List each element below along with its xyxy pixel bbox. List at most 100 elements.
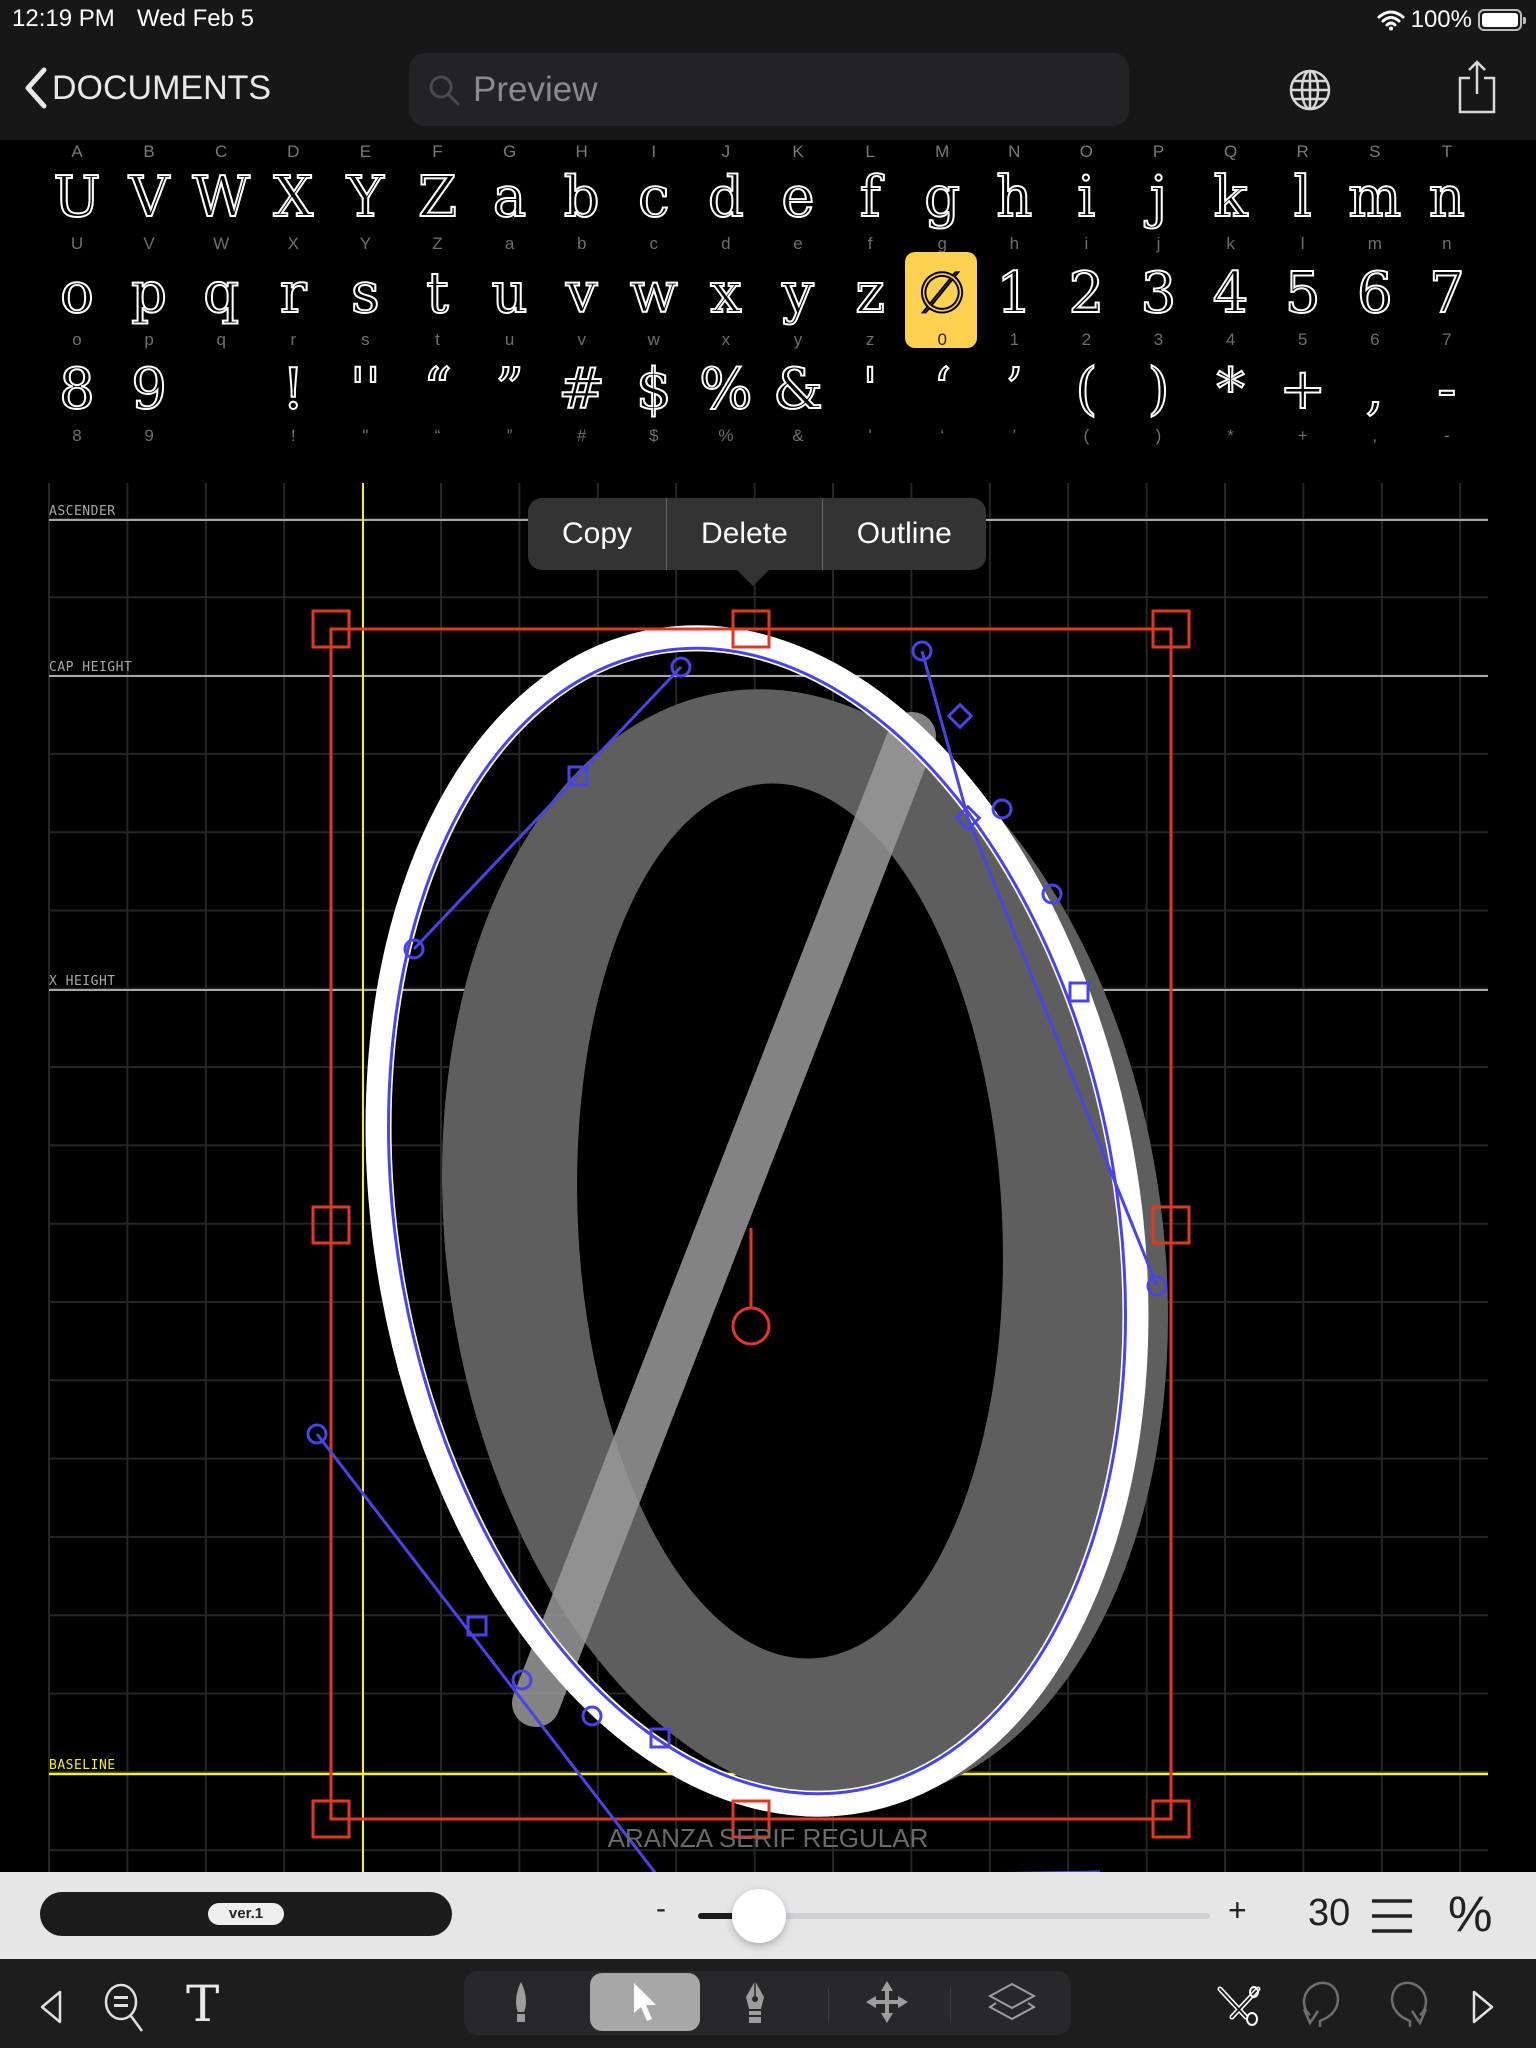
undo-icon[interactable] [1296, 1979, 1346, 2031]
glyph-cell[interactable]: * [1195, 359, 1267, 421]
zoom-fit-icon[interactable] [102, 1983, 148, 2033]
editor-drawing[interactable] [0, 483, 1536, 1872]
text-tool-icon[interactable]: T [186, 1975, 219, 2033]
corner-point[interactable] [946, 702, 974, 730]
glyph-cell[interactable]: 9 [113, 359, 185, 421]
glyph-cell[interactable]: a [474, 167, 546, 229]
glyph-cell[interactable]: o [41, 263, 113, 325]
glyph-cell[interactable]: i [1050, 167, 1122, 229]
glyph-cell[interactable]: 2 [1050, 263, 1122, 325]
back-to-documents-button[interactable]: DOCUMENTS [22, 66, 271, 110]
select-tool-button[interactable] [590, 1973, 700, 2031]
pen-tool-button[interactable] [718, 1973, 792, 2031]
column-label: B [143, 142, 155, 161]
glyph-cell[interactable]: d [690, 167, 762, 229]
glyph-cell[interactable]: l [1267, 167, 1339, 229]
glyph-cell[interactable]: “ [402, 359, 474, 421]
glyph-cell[interactable]: U [41, 167, 113, 229]
glyph-cell[interactable]: ( [1050, 359, 1122, 421]
align-lines-icon[interactable] [1370, 1898, 1414, 1934]
copy-menu-item[interactable]: Copy [528, 498, 666, 570]
outline-menu-item[interactable]: Outline [823, 498, 986, 570]
brush-icon [516, 1982, 526, 2022]
glyph-cell[interactable]: 1 [978, 263, 1050, 325]
glyph-cell[interactable]: y [762, 263, 834, 325]
glyph-cell[interactable]: t [402, 263, 474, 325]
layers-tool-button[interactable] [964, 1973, 1060, 2031]
search-icon [429, 75, 460, 105]
move-tool-button[interactable] [842, 1973, 932, 2031]
glyph-cell[interactable]: % [690, 359, 762, 421]
next-glyph-icon[interactable] [1468, 1989, 1496, 2025]
glyph-cell[interactable]: , [1339, 359, 1411, 421]
glyph-cell[interactable]: b [546, 167, 618, 229]
glyph-cell[interactable]: 6 [1339, 263, 1411, 325]
glyph-cell[interactable]: W [185, 167, 257, 229]
glyph-label: 4 [1225, 330, 1236, 349]
cut-icon[interactable] [1216, 1983, 1262, 2027]
glyph-cell[interactable]: # [546, 359, 618, 421]
glyph-cell-selected[interactable]: ∅ [906, 263, 978, 325]
glyph-cell[interactable]: m [1339, 167, 1411, 229]
brush-tool-button[interactable] [484, 1973, 558, 2031]
glyph-cell[interactable]: r [257, 263, 329, 325]
redo-icon[interactable] [1384, 1979, 1434, 2031]
version-selector[interactable]: ver.1 [40, 1892, 452, 1936]
preview-input[interactable] [473, 69, 1073, 110]
glyph-cell[interactable]: u [474, 263, 546, 325]
percent-button[interactable]: % [1448, 1885, 1492, 1943]
stroke-width-slider[interactable] [698, 1889, 1210, 1943]
control-point[interactable] [991, 798, 1013, 820]
glyph-cell[interactable]: ’ [978, 359, 1050, 421]
glyph-cell[interactable]: p [113, 263, 185, 325]
glyph-cell[interactable]: k [1195, 167, 1267, 229]
glyph-cell[interactable]: $ [618, 359, 690, 421]
glyph-cell[interactable]: ) [1123, 359, 1195, 421]
glyph-cell[interactable]: '' [329, 359, 401, 421]
delete-menu-item[interactable]: Delete [667, 498, 822, 570]
glyph-cell[interactable]: g [906, 167, 978, 229]
glyph-label: ” [506, 426, 513, 445]
glyph-cell[interactable]: - [1411, 359, 1483, 421]
glyph-cell[interactable]: z [834, 263, 906, 325]
glyph-editor-canvas[interactable]: ASCENDER CAP HEIGHT X HEIGHT BASELINE AR… [0, 483, 1536, 1872]
glyph-cell[interactable]: s [329, 263, 401, 325]
glyph-cell[interactable]: ' [834, 359, 906, 421]
slider-decrease-button[interactable]: - [656, 1892, 666, 1926]
glyph-label: 3 [1153, 330, 1164, 349]
glyph-label: “ [434, 426, 441, 445]
glyph-cell[interactable]: h [978, 167, 1050, 229]
glyph-cell[interactable]: ” [474, 359, 546, 421]
glyph-cell[interactable]: 4 [1195, 263, 1267, 325]
glyph-cell[interactable]: ! [257, 359, 329, 421]
previous-glyph-icon[interactable] [38, 1989, 66, 2025]
glyph-cell[interactable]: + [1267, 359, 1339, 421]
glyph-cell[interactable]: w [618, 263, 690, 325]
glyph-cell[interactable]: j [1123, 167, 1195, 229]
slider-thumb[interactable] [732, 1889, 787, 1943]
glyph-cell[interactable]: v [546, 263, 618, 325]
glyph-cell[interactable]: c [618, 167, 690, 229]
glyph-cell[interactable]: X [257, 167, 329, 229]
glyph-label: ’ [1012, 426, 1017, 445]
glyph-cell[interactable]: & [762, 359, 834, 421]
glyph-cell[interactable]: 7 [1411, 263, 1483, 325]
glyph-cell[interactable]: n [1411, 167, 1483, 229]
glyph-cell[interactable]: ‘ [906, 359, 978, 421]
glyph-cell[interactable]: Y [329, 167, 401, 229]
glyph-cell[interactable]: f [834, 167, 906, 229]
globe-icon[interactable] [1288, 68, 1332, 112]
glyph-cell[interactable]: 8 [41, 359, 113, 421]
glyph-cell[interactable]: 3 [1123, 263, 1195, 325]
glyph-cell[interactable]: x [690, 263, 762, 325]
tool-separator [950, 1987, 951, 2023]
share-icon[interactable] [1456, 58, 1498, 114]
slider-increase-button[interactable]: + [1228, 1892, 1247, 1929]
glyph-label: 0 [937, 330, 947, 349]
glyph-cell[interactable]: Z [402, 167, 474, 229]
glyph-cell[interactable]: e [762, 167, 834, 229]
glyph-cell[interactable]: 5 [1267, 263, 1339, 325]
glyph-cell[interactable]: V [113, 167, 185, 229]
preview-search-field[interactable] [409, 53, 1129, 126]
glyph-cell[interactable]: q [185, 263, 257, 325]
